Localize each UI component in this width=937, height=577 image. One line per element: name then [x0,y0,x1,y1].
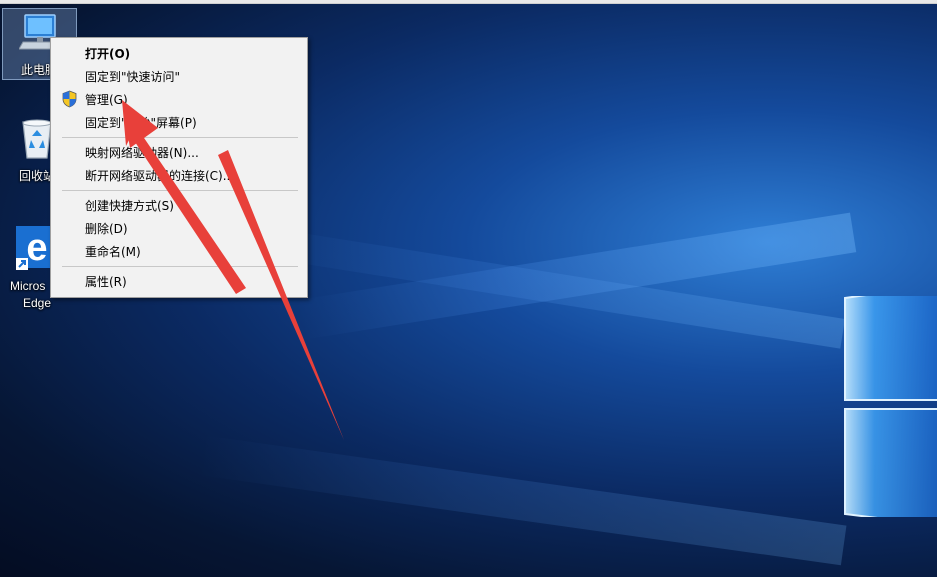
menu-item-manage[interactable]: 管理(G) [51,88,307,110]
uac-shield-icon [62,90,77,108]
menu-item-rename[interactable]: 重命名(M) [51,240,307,262]
menu-item-label: 映射网络驱动器(N)... [85,146,199,160]
windows-logo-wallpaper-icon [844,296,937,517]
menu-item-label: 重命名(M) [85,245,141,259]
top-window-strip [0,0,937,4]
menu-item-disconnect-network-drive[interactable]: 断开网络驱动器的连接(C)... [51,164,307,186]
menu-item-label: 打开(O) [85,47,131,61]
menu-item-delete[interactable]: 删除(D) [51,217,307,239]
menu-item-label: 创建快捷方式(S) [85,199,174,213]
wallpaper-beam [197,435,847,566]
menu-item-pin-start[interactable]: 固定到"开始"屏幕(P) [51,111,307,133]
menu-item-properties[interactable]: 属性(R) [51,270,307,292]
menu-item-label: 属性(R) [85,275,127,289]
menu-item-pin-quick-access[interactable]: 固定到"快速访问" [51,65,307,87]
menu-item-label: 断开网络驱动器的连接(C)... [85,169,235,183]
menu-item-map-network-drive[interactable]: 映射网络驱动器(N)... [51,141,307,163]
menu-separator [62,266,298,267]
context-menu: 打开(O) 固定到"快速访问" 管理(G) 固定到"开始"屏幕(P) 映射网络驱… [50,37,308,298]
menu-item-label: 删除(D) [85,222,128,236]
menu-item-label: 固定到"快速访问" [85,70,181,84]
menu-separator [62,190,298,191]
svg-text:e: e [26,227,47,269]
menu-item-label: 固定到"开始"屏幕(P) [85,116,197,130]
menu-item-create-shortcut[interactable]: 创建快捷方式(S) [51,194,307,216]
menu-item-label: 管理(G) [85,93,128,107]
menu-separator [62,137,298,138]
menu-item-open[interactable]: 打开(O) [51,42,307,64]
